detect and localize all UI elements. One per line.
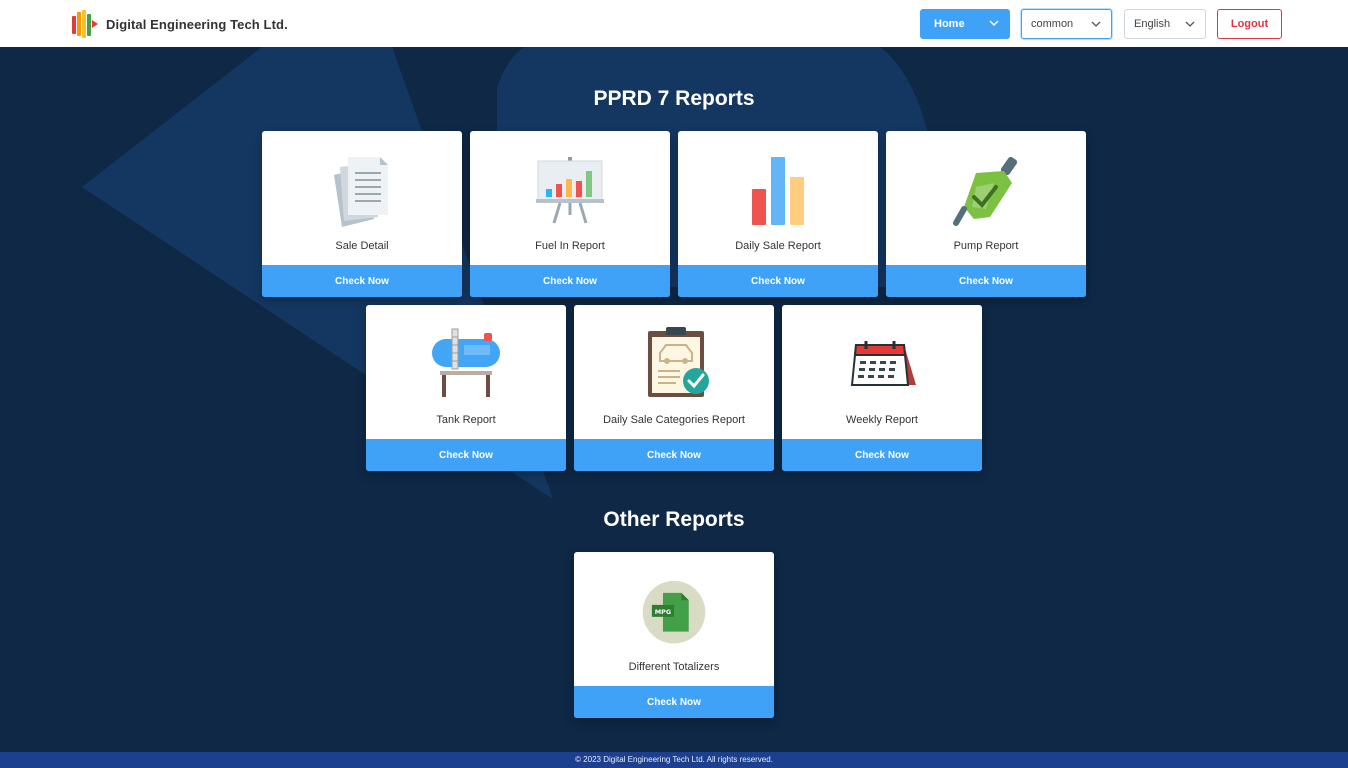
card-label: Daily Sale Categories Report [603, 414, 745, 426]
weekly-report-check-now-button[interactable]: Check Now [782, 439, 982, 471]
presentation-chart-icon [536, 157, 604, 224]
fuel-nozzle-icon [953, 156, 1018, 226]
daily-sale-report-check-now-button[interactable]: Check Now [678, 265, 878, 297]
logo-icon [72, 10, 98, 38]
home-dropdown-button[interactable]: Home [920, 9, 1010, 39]
card-label: Tank Report [436, 414, 496, 426]
tank-icon [432, 328, 500, 397]
station-select-value: common [1031, 18, 1074, 30]
card-label: Sale Detail [335, 240, 389, 252]
top-navbar: Digital Engineering Tech Ltd. Home commo… [0, 0, 1348, 47]
language-select[interactable]: English [1124, 9, 1206, 39]
home-label: Home [934, 18, 965, 30]
card-label: Fuel In Report [535, 240, 605, 252]
card-label: Pump Report [953, 240, 1019, 252]
card-daily-sale-report: Daily Sale Report Check Now [678, 131, 878, 297]
different-totalizers-check-now-button[interactable]: Check Now [574, 686, 774, 718]
language-select-value: English [1134, 18, 1171, 30]
documents-icon [334, 157, 388, 227]
card-label: Different Totalizers [628, 661, 720, 673]
card-sale-detail: Sale Detail Check Now [262, 131, 462, 297]
station-select[interactable]: common [1021, 9, 1112, 39]
card-label: Weekly Report [846, 414, 918, 426]
chevron-down-icon [989, 20, 999, 27]
logout-button[interactable]: Logout [1217, 9, 1282, 39]
chevron-down-icon [1185, 21, 1195, 27]
tank-report-check-now-button[interactable]: Check Now [366, 439, 566, 471]
card-daily-sale-categories-report: Daily Sale Categories Report Check Now [574, 305, 774, 471]
brand[interactable]: Digital Engineering Tech Ltd. [72, 10, 288, 38]
fuel-in-report-check-now-button[interactable]: Check Now [470, 265, 670, 297]
bar-chart-icon [752, 157, 804, 225]
calendar-icon [850, 341, 916, 386]
pump-report-check-now-button[interactable]: Check Now [886, 265, 1086, 297]
sale-detail-check-now-button[interactable]: Check Now [262, 265, 462, 297]
card-fuel-in-report: Fuel In Report Check Now [470, 131, 670, 297]
pprd-reports-title: PPRD 7 Reports [593, 87, 755, 110]
chevron-down-icon [1091, 21, 1101, 27]
card-tank-report: Tank Report Check Now [366, 305, 566, 471]
card-weekly-report: Weekly Report Check Now [782, 305, 982, 471]
card-label: Daily Sale Report [735, 240, 821, 252]
other-reports-title: Other Reports [603, 508, 745, 531]
brand-name: Digital Engineering Tech Ltd. [106, 16, 288, 32]
card-different-totalizers: MPG Different Totalizers Check Now [574, 552, 774, 718]
card-pump-report: Pump Report Check Now [886, 131, 1086, 297]
daily-sale-categories-report-check-now-button[interactable]: Check Now [574, 439, 774, 471]
mpg-file-label: MPG [655, 608, 671, 616]
clipboard-car-icon [648, 327, 709, 397]
mpg-file-icon: MPG [642, 580, 706, 644]
footer-copyright: © 2023 Digital Engineering Tech Ltd. All… [0, 752, 1348, 768]
